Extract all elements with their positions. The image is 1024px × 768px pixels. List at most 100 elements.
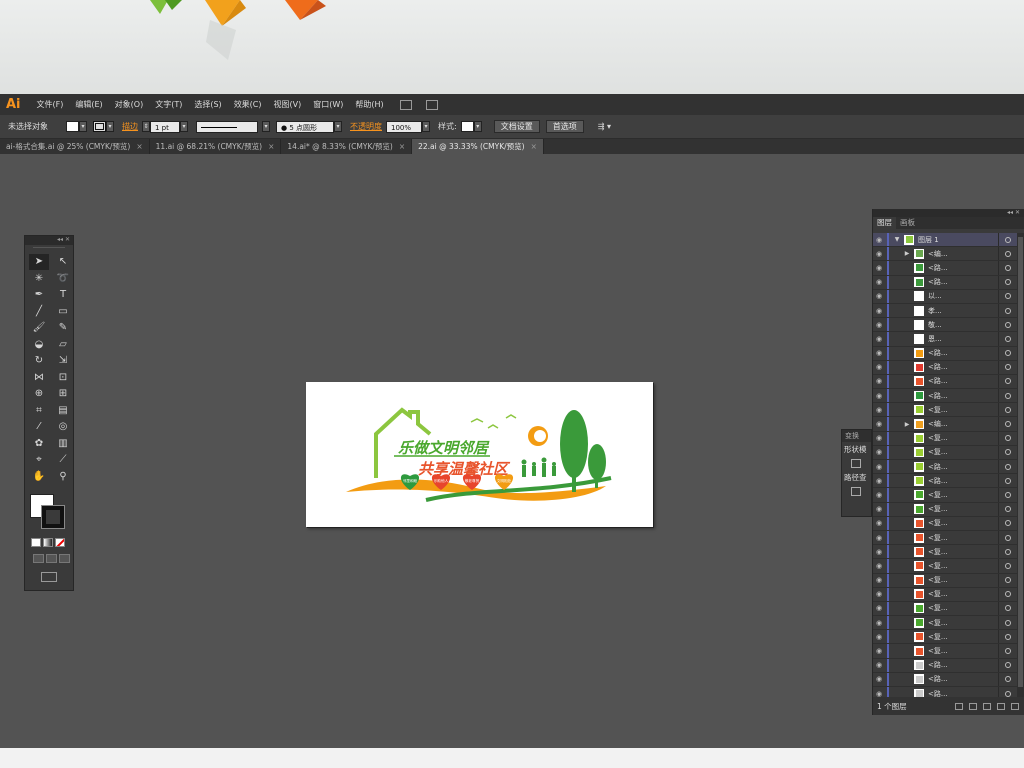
perspective-grid-tool-icon[interactable]: ⊞ — [53, 386, 73, 402]
layer-row[interactable]: ◉ ▶ <编... — [873, 247, 1017, 262]
gradient-mode-icon[interactable] — [43, 538, 53, 547]
new-sublayer-icon[interactable] — [983, 702, 991, 710]
layer-row[interactable]: ◉ <复... — [873, 644, 1017, 659]
direct-selection-tool-icon[interactable]: ↖ — [53, 254, 73, 270]
target-icon[interactable] — [999, 435, 1017, 442]
eye-icon[interactable]: ◉ — [873, 349, 885, 357]
layer-row[interactable]: ◉ <复... — [873, 502, 1017, 517]
target-icon[interactable] — [999, 491, 1017, 498]
symbol-sprayer-tool-icon[interactable]: ✿ — [29, 436, 49, 452]
eye-icon[interactable]: ◉ — [873, 477, 885, 485]
bridge-icon[interactable] — [399, 99, 412, 110]
opacity-field[interactable]: 100% — [386, 120, 422, 133]
eye-icon[interactable]: ◉ — [873, 264, 885, 272]
layer-row[interactable]: ◉ <路... — [873, 374, 1017, 390]
layer-row[interactable]: ◉ <复... — [873, 587, 1017, 602]
eye-icon[interactable]: ◉ — [873, 675, 885, 683]
close-icon[interactable]: × — [136, 142, 142, 151]
eye-icon[interactable]: ◉ — [873, 519, 885, 527]
target-icon[interactable] — [999, 690, 1017, 697]
stroke-profile-dropdown-icon[interactable]: ▾ — [262, 121, 270, 132]
layer-row-top[interactable]: ◉ ▼ 图层 1 — [873, 233, 1017, 248]
stroke-profile-preview[interactable] — [196, 120, 258, 133]
layer-row[interactable]: ◉ <路... — [873, 474, 1017, 489]
eye-icon[interactable]: ◉ — [873, 250, 885, 258]
type-tool-icon[interactable]: T — [53, 287, 73, 303]
eye-icon[interactable]: ◉ — [873, 576, 885, 584]
eyedropper-tool-icon[interactable]: ⁄ — [29, 419, 49, 435]
target-icon[interactable] — [999, 463, 1017, 470]
target-icon[interactable] — [999, 421, 1017, 428]
stroke-link[interactable]: 描边 — [118, 121, 142, 132]
eye-icon[interactable]: ◉ — [873, 633, 885, 641]
target-icon[interactable] — [999, 335, 1017, 342]
layer-row[interactable]: ◉ <复... — [873, 431, 1017, 446]
tab-doc-2[interactable]: 11.ai @ 68.21% (CMYK/预览) × — [150, 139, 282, 154]
style-swatch[interactable] — [460, 121, 474, 132]
target-icon[interactable] — [999, 534, 1017, 541]
pathfinder-icon[interactable] — [851, 487, 861, 496]
zoom-tool-icon[interactable]: ⚲ — [53, 469, 73, 485]
hand-tool-icon[interactable]: ✋ — [29, 469, 49, 485]
tab-artboards[interactable]: 画板 — [896, 217, 919, 229]
menu-select[interactable]: 选择(S) — [188, 99, 227, 110]
eye-icon[interactable]: ◉ — [873, 534, 885, 542]
eye-icon[interactable]: ◉ — [873, 392, 885, 400]
target-icon[interactable] — [999, 378, 1017, 385]
eye-icon[interactable]: ◉ — [873, 406, 885, 414]
stroke-weight-dropdown-icon[interactable]: ▾ — [180, 121, 188, 132]
menu-view[interactable]: 视图(V) — [268, 99, 308, 110]
layer-row[interactable]: ◉ <路... — [873, 658, 1017, 673]
menu-object[interactable]: 对象(O) — [109, 99, 150, 110]
target-icon[interactable] — [999, 392, 1017, 399]
target-icon[interactable] — [999, 477, 1017, 484]
menu-edit[interactable]: 编辑(E) — [69, 99, 108, 110]
tab-layers[interactable]: 图层 — [873, 217, 896, 229]
target-icon[interactable] — [999, 307, 1017, 314]
eye-icon[interactable]: ◉ — [873, 236, 885, 244]
layers-scrollbar[interactable] — [1017, 233, 1024, 697]
panel-header[interactable]: ◂◂ ✕ — [25, 236, 73, 245]
target-icon[interactable] — [999, 350, 1017, 357]
artboard-tool-icon[interactable]: ⌖ — [29, 452, 49, 468]
eye-icon[interactable]: ◉ — [873, 548, 885, 556]
layer-row[interactable]: ◉ <复... — [873, 559, 1017, 574]
eye-icon[interactable]: ◉ — [873, 505, 885, 513]
chevron-right-icon[interactable]: ▶ — [902, 250, 912, 257]
shape-mode-icon[interactable] — [851, 459, 861, 468]
menu-window[interactable]: 窗口(W) — [307, 99, 349, 110]
layer-row[interactable]: ◉ 以... — [873, 289, 1017, 304]
eraser-tool-icon[interactable]: ▱ — [53, 337, 73, 353]
eye-icon[interactable]: ◉ — [873, 562, 885, 570]
chevron-down-icon[interactable]: ▼ — [892, 236, 902, 243]
layer-row[interactable]: ◉ <路... — [873, 460, 1017, 475]
free-transform-tool-icon[interactable]: ⊡ — [53, 370, 73, 386]
target-icon[interactable] — [999, 662, 1017, 669]
layer-row[interactable]: ◉ ▶ <编... — [873, 417, 1017, 432]
brush-dropdown-icon[interactable]: ▾ — [334, 121, 342, 132]
eye-icon[interactable]: ◉ — [873, 278, 885, 286]
target-icon[interactable] — [999, 633, 1017, 640]
target-icon[interactable] — [999, 279, 1017, 286]
pencil-tool-icon[interactable]: ✎ — [53, 320, 73, 336]
layer-row[interactable]: ◉ <路... — [873, 261, 1017, 276]
layer-row[interactable]: ◉ <复... — [873, 545, 1017, 560]
layer-row[interactable]: ◉ <复... — [873, 445, 1017, 460]
target-icon[interactable] — [999, 506, 1017, 513]
menu-effect[interactable]: 效果(C) — [228, 99, 268, 110]
eye-icon[interactable]: ◉ — [873, 463, 885, 471]
delete-layer-icon[interactable] — [1011, 702, 1019, 710]
target-icon[interactable] — [999, 577, 1017, 584]
stroke-color-box[interactable] — [41, 505, 65, 529]
target-icon[interactable] — [999, 548, 1017, 555]
screen-mode-icon[interactable] — [41, 572, 57, 582]
brush-field[interactable]: ● 5 点圆形 — [276, 120, 334, 133]
layer-row[interactable]: ◉ <复... — [873, 530, 1017, 546]
target-icon[interactable] — [999, 236, 1017, 243]
target-icon[interactable] — [999, 321, 1017, 328]
arrange-documents-icon[interactable] — [425, 99, 438, 110]
transform-tab[interactable]: 变换 — [842, 430, 871, 442]
layer-row[interactable]: ◉ <复... — [873, 516, 1017, 531]
draw-behind-icon[interactable] — [46, 554, 57, 563]
scale-tool-icon[interactable]: ⇲ — [53, 353, 73, 369]
